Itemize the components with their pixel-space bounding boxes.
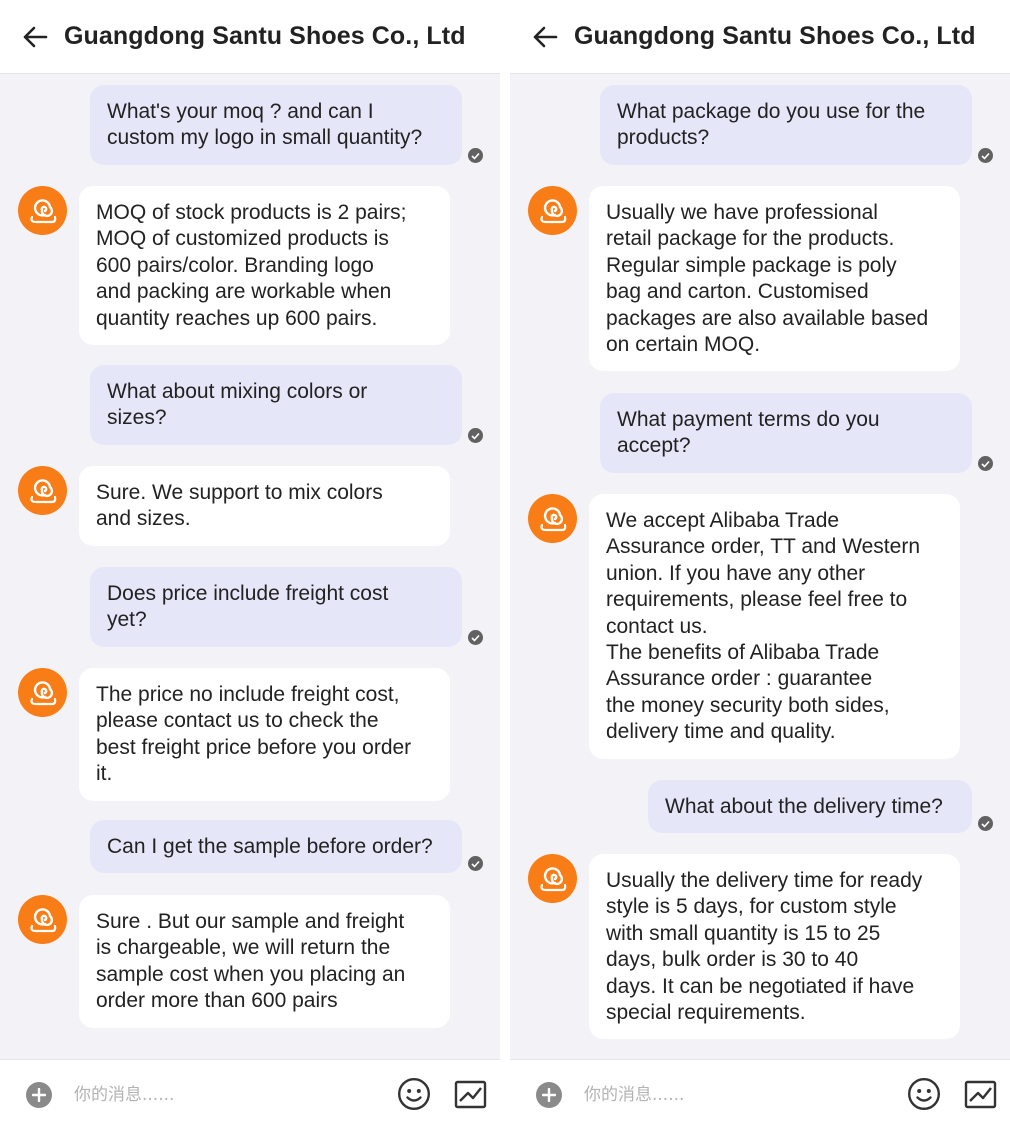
incoming-message[interactable]: The price no include freight cost, pleas…: [79, 668, 450, 801]
incoming-message[interactable]: Usually the delivery time for ready styl…: [589, 854, 960, 1040]
outgoing-message[interactable]: What payment terms do you accept?: [600, 393, 972, 473]
outgoing-message[interactable]: Can I get the sample before order?: [90, 820, 462, 874]
read-check-icon: [468, 148, 483, 163]
incoming-message[interactable]: Usually we have professional retail pack…: [589, 186, 960, 372]
read-check-icon: [468, 428, 483, 443]
smiley-face-icon[interactable]: [907, 1077, 941, 1111]
chat-title: Guangdong Santu Shoes Co., Ltd: [574, 22, 976, 50]
smiley-face-icon[interactable]: [397, 1077, 431, 1111]
image-icon[interactable]: [454, 1079, 487, 1110]
outgoing-message[interactable]: Does price include freight cost yet?: [90, 567, 462, 647]
outgoing-message[interactable]: What about mixing colors or sizes?: [90, 365, 462, 445]
plus-circle-icon[interactable]: [536, 1082, 562, 1108]
outgoing-message[interactable]: What's your moq ? and can I custom my lo…: [90, 85, 462, 165]
supplier-avatar-icon[interactable]: [18, 895, 67, 944]
plus-circle-icon[interactable]: [26, 1082, 52, 1108]
back-arrow-icon[interactable]: [20, 22, 50, 52]
input-bar: [510, 1059, 1010, 1129]
message-input[interactable]: [584, 1080, 884, 1110]
incoming-message[interactable]: Sure. We support to mix colors and sizes…: [79, 466, 450, 546]
read-check-icon: [978, 148, 993, 163]
read-check-icon: [978, 816, 993, 831]
read-check-icon: [978, 456, 993, 471]
supplier-avatar-icon[interactable]: [528, 854, 577, 903]
outgoing-message[interactable]: What package do you use for the products…: [600, 85, 972, 165]
chat-panel-left: Guangdong Santu Shoes Co., Ltd What's yo…: [0, 0, 500, 1129]
supplier-avatar-icon[interactable]: [528, 186, 577, 235]
chat-panel-right: Guangdong Santu Shoes Co., Ltd What pack…: [510, 0, 1010, 1129]
panel-divider: [500, 0, 510, 1129]
back-arrow-icon[interactable]: [530, 22, 560, 52]
chat-header: Guangdong Santu Shoes Co., Ltd: [0, 0, 500, 74]
supplier-avatar-icon[interactable]: [18, 186, 67, 235]
chat-header: Guangdong Santu Shoes Co., Ltd: [510, 0, 1010, 74]
supplier-avatar-icon[interactable]: [18, 668, 67, 717]
chat-title: Guangdong Santu Shoes Co., Ltd: [64, 22, 466, 50]
outgoing-message[interactable]: What about the delivery time?: [648, 780, 972, 834]
read-check-icon: [468, 856, 483, 871]
incoming-message[interactable]: MOQ of stock products is 2 pairs; MOQ of…: [79, 186, 450, 346]
incoming-message[interactable]: We accept Alibaba Trade Assurance order,…: [589, 494, 960, 759]
supplier-avatar-icon[interactable]: [528, 494, 577, 543]
message-input[interactable]: [74, 1080, 374, 1110]
input-bar: [0, 1059, 500, 1129]
incoming-message[interactable]: Sure . But our sample and freight is cha…: [79, 895, 450, 1028]
supplier-avatar-icon[interactable]: [18, 466, 67, 515]
read-check-icon: [468, 630, 483, 645]
message-list[interactable]: What's your moq ? and can I custom my lo…: [0, 74, 500, 1059]
image-icon[interactable]: [964, 1079, 997, 1110]
message-list[interactable]: What package do you use for the products…: [510, 74, 1010, 1059]
